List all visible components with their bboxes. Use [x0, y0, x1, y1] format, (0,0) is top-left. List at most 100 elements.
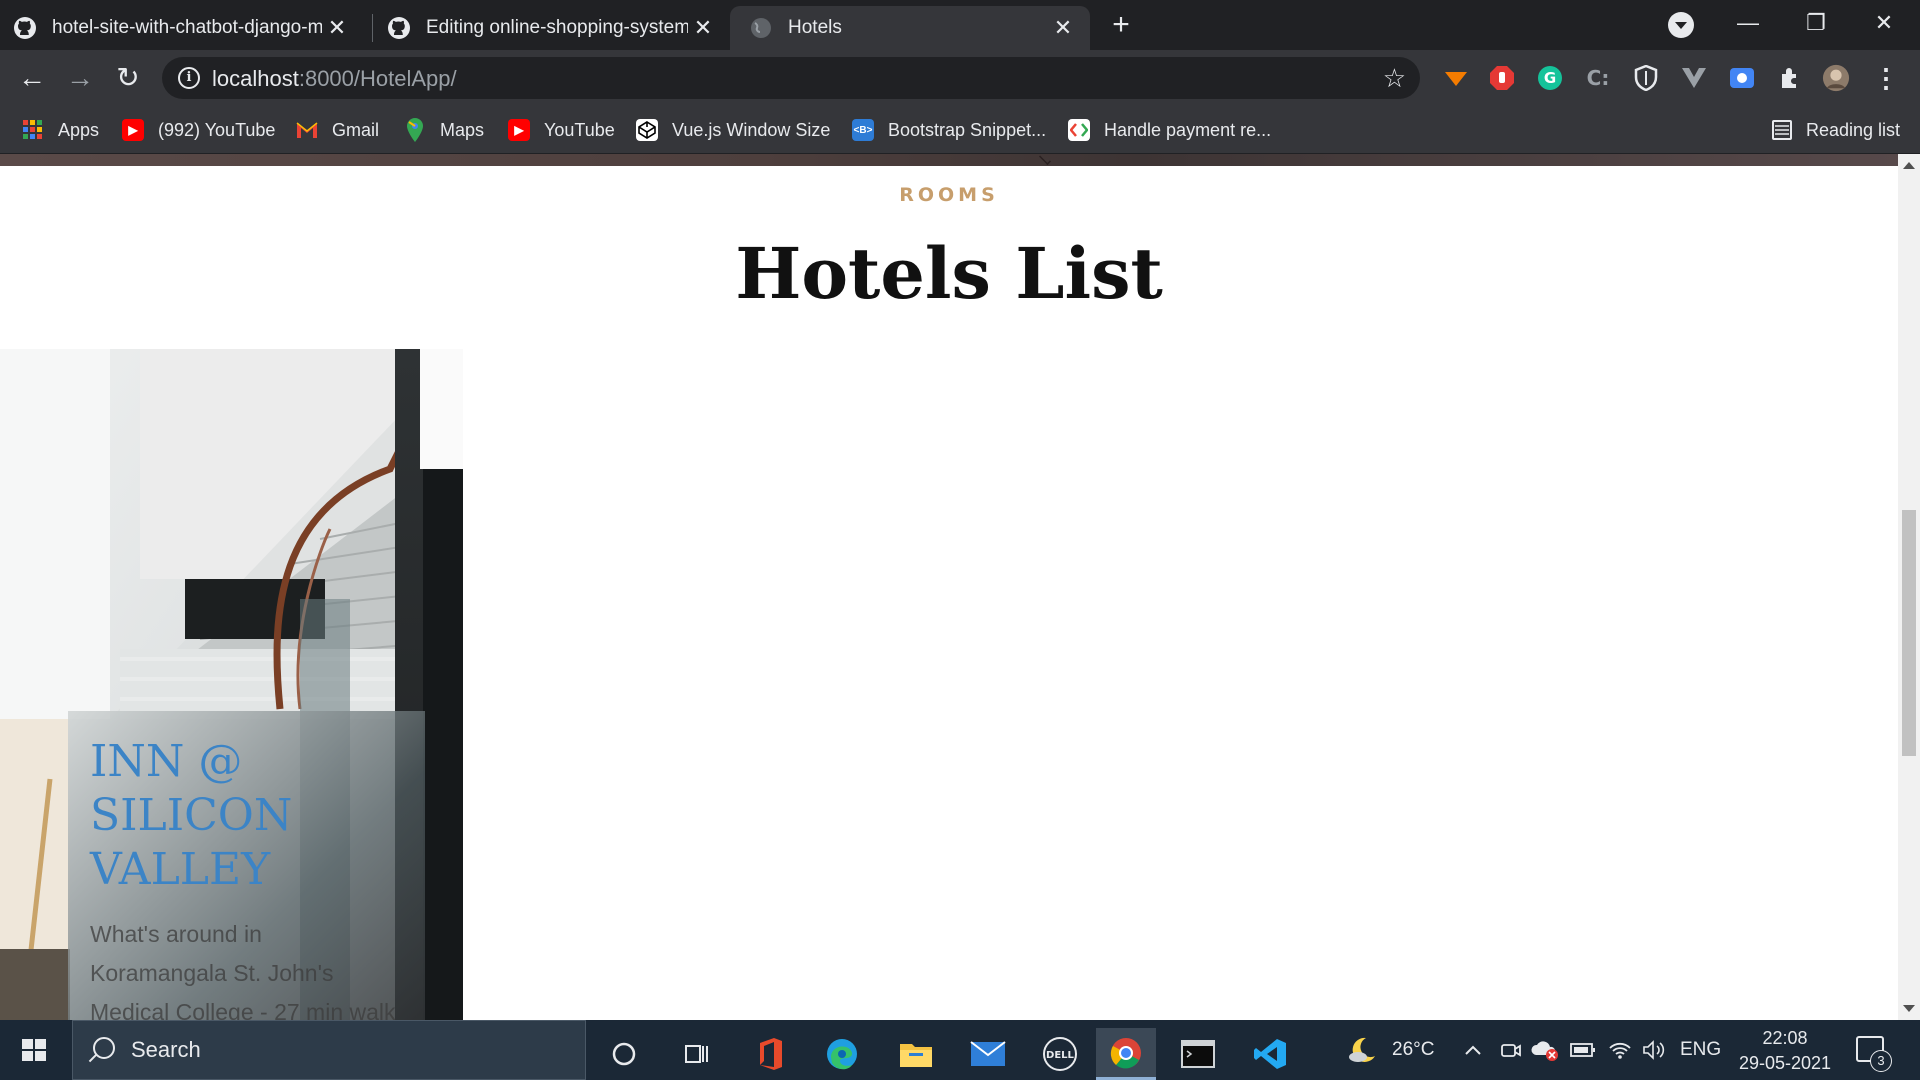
browser-toolbar: ← → ↻ i localhost:8000/HotelApp/ ☆ G C: …: [0, 50, 1920, 106]
tab-close-icon[interactable]: ✕: [1050, 15, 1076, 41]
task-view-icon[interactable]: [666, 1028, 726, 1080]
back-arrow-icon[interactable]: ←: [16, 62, 48, 94]
tab-title: Editing online-shopping-system-: [426, 17, 688, 38]
tab-title: Hotels: [788, 17, 842, 38]
mail-icon[interactable]: [958, 1028, 1018, 1080]
reading-list-label: Reading list: [1806, 119, 1901, 140]
tab-search-icon[interactable]: [1668, 12, 1694, 38]
bookmark-star-icon[interactable]: ☆: [1383, 63, 1406, 94]
hotel-card[interactable]: INN @ SILICON VALLEY What's around in Ko…: [0, 349, 463, 1020]
apps-grid-icon: [22, 119, 44, 141]
dell-icon[interactable]: DELL: [1030, 1028, 1090, 1080]
system-clock[interactable]: 22:08 29-05-2021: [1730, 1026, 1840, 1076]
page-viewport: ROOMS Hotels List INN @ SILICON VALLEY W…: [0, 154, 1898, 1020]
clock-date: 29-05-2021: [1738, 1053, 1832, 1073]
battery-icon[interactable]: [1570, 1020, 1596, 1080]
scrollbar-thumb[interactable]: [1902, 510, 1916, 756]
bookmark-handle-payment[interactable]: Handle payment re...: [1068, 116, 1271, 144]
terminal-icon[interactable]: [1168, 1028, 1228, 1080]
page-title: Hotels List: [735, 232, 1163, 315]
vue-devtools-icon[interactable]: [1680, 64, 1708, 92]
tab-title: hotel-site-with-chatbot-django-m: [52, 17, 322, 38]
weather-temperature: 26°C: [1392, 1039, 1435, 1060]
scroll-down-chevron-icon[interactable]: [1038, 154, 1052, 166]
tab-hotels[interactable]: Hotels ✕: [730, 6, 1090, 50]
menu-kebab-icon[interactable]: ⋮: [1872, 63, 1900, 93]
tab-strip: hotel-site-with-chatbot-django-m ✕ Editi…: [0, 0, 1920, 50]
svg-text:DELL: DELL: [1046, 1050, 1075, 1061]
globe-icon: [748, 15, 774, 41]
tab-hotel-site[interactable]: hotel-site-with-chatbot-django-m ✕: [12, 6, 364, 50]
restore-icon[interactable]: ❐: [1796, 8, 1836, 38]
bookmark-apps[interactable]: Apps: [22, 116, 99, 144]
clock-time: 22:08: [1762, 1028, 1808, 1048]
bookmark-vuejs-window-size[interactable]: Vue.js Window Size: [636, 116, 830, 144]
wifi-icon[interactable]: [1608, 1020, 1632, 1080]
bookmark-label: Gmail: [332, 119, 380, 140]
edge-browser-icon[interactable]: [812, 1028, 872, 1080]
chrome-taskbar-icon[interactable]: [1096, 1028, 1156, 1080]
moon-weather-icon: [1349, 1037, 1375, 1062]
office-icon[interactable]: [740, 1028, 800, 1080]
youtube-icon: ▶: [508, 119, 530, 141]
extensions-puzzle-icon[interactable]: [1776, 64, 1804, 92]
bookmark-youtube[interactable]: ▶ YouTube: [508, 116, 615, 144]
bookmarks-bar: Apps ▶ (992) YouTube Gmail Maps ▶ YouTub…: [0, 106, 1920, 154]
show-hidden-icons-chevron[interactable]: [1464, 1020, 1482, 1080]
youtube-icon: ▶: [122, 119, 144, 141]
vscode-icon[interactable]: [1240, 1028, 1300, 1080]
github-icon: [12, 15, 38, 41]
hotel-card-caption: INN @ SILICON VALLEY What's around in Ko…: [68, 711, 425, 1020]
tab-editing-online-shopping[interactable]: Editing online-shopping-system- ✕: [386, 6, 730, 50]
bookmark-bootstrap-snippet[interactable]: <B> Bootstrap Snippet...: [852, 116, 1046, 144]
cortana-icon[interactable]: [594, 1028, 654, 1080]
section-eyebrow: ROOMS: [899, 184, 999, 206]
hotel-description: What's around in Koramangala St. John's …: [90, 921, 396, 1020]
address-bar[interactable]: i localhost:8000/HotelApp/ ☆: [162, 57, 1420, 99]
forward-arrow-icon[interactable]: →: [64, 62, 96, 94]
address-url[interactable]: localhost:8000/HotelApp/: [212, 66, 457, 92]
volume-icon[interactable]: [1642, 1020, 1666, 1080]
hero-image-bottom-edge: [0, 154, 1898, 166]
meet-now-icon[interactable]: [1500, 1020, 1522, 1080]
reading-list-icon: [1772, 120, 1792, 140]
new-tab-button[interactable]: +: [1108, 10, 1134, 40]
site-info-icon[interactable]: i: [178, 67, 200, 89]
screen-capture-extension-icon[interactable]: [1728, 64, 1756, 92]
codepen-icon: [636, 119, 658, 141]
stripe-icon: [1068, 119, 1090, 141]
bookmark-label: Bootstrap Snippet...: [888, 119, 1047, 140]
bookmark-label: Handle payment re...: [1104, 119, 1272, 140]
weather-widget[interactable]: 26°C: [1346, 1020, 1434, 1080]
shield-extension-icon[interactable]: [1632, 64, 1660, 92]
bookmark-label: Vue.js Window Size: [672, 119, 831, 140]
maps-icon: [404, 118, 426, 142]
hotel-name-link[interactable]: INN @ SILICON VALLEY: [90, 735, 403, 897]
css-extension-icon[interactable]: C:: [1584, 64, 1612, 92]
svg-text:C:: C:: [1587, 66, 1610, 90]
tab-close-icon[interactable]: ✕: [690, 15, 716, 41]
bookmark-label: Apps: [58, 119, 100, 140]
onedrive-error-icon[interactable]: [1530, 1020, 1560, 1080]
close-window-icon[interactable]: ✕: [1864, 8, 1904, 38]
start-button[interactable]: [12, 1032, 58, 1068]
bookmark-gmail[interactable]: Gmail: [296, 116, 379, 144]
windows-logo-icon: [22, 1039, 46, 1061]
vpn-extension-icon[interactable]: [1442, 64, 1470, 92]
grammarly-extension-icon[interactable]: G: [1536, 64, 1564, 92]
adblock-extension-icon[interactable]: [1488, 64, 1516, 92]
file-explorer-icon[interactable]: [886, 1028, 946, 1080]
reload-icon[interactable]: ↻: [112, 62, 144, 94]
bookmark-youtube-992[interactable]: ▶ (992) YouTube: [122, 116, 275, 144]
action-center-icon[interactable]: 3: [1856, 1036, 1892, 1072]
taskbar-search-box[interactable]: Search: [72, 1020, 586, 1080]
profile-avatar-icon[interactable]: [1822, 64, 1850, 92]
page-scrollbar[interactable]: [1898, 154, 1920, 1020]
scroll-down-arrow-icon[interactable]: [1903, 1005, 1915, 1012]
bookmark-maps[interactable]: Maps: [404, 116, 484, 144]
scroll-up-arrow-icon[interactable]: [1903, 162, 1915, 169]
input-language[interactable]: ENG: [1680, 1020, 1721, 1080]
tab-close-icon[interactable]: ✕: [324, 15, 350, 41]
minimize-icon[interactable]: —: [1728, 8, 1768, 38]
reading-list-button[interactable]: Reading list: [1772, 116, 1900, 144]
